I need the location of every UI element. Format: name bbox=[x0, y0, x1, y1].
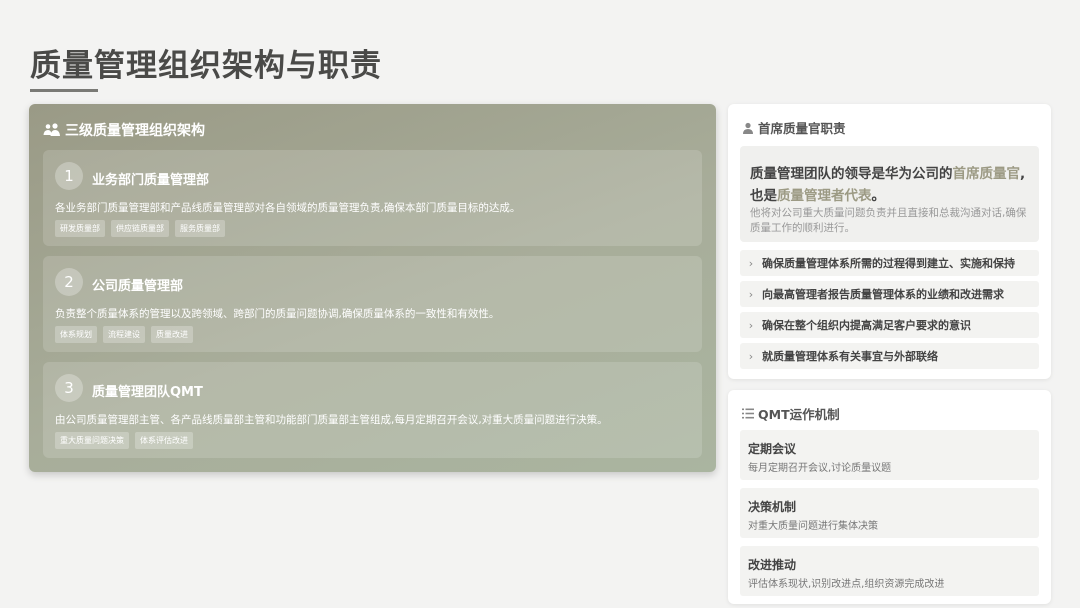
level-title: 业务部门质量管理部 bbox=[92, 173, 210, 188]
users-icon bbox=[43, 123, 60, 136]
org-structure-panel: 三级质量管理组织架构 1 业务部门质量管理部 各业务部门质量管理部和产品线质量管… bbox=[29, 104, 716, 472]
chevron-right-icon: › bbox=[748, 349, 754, 363]
mechanism-item: 改进推动 评估体系现状,识别改进点,组织资源完成改进 bbox=[740, 546, 1039, 596]
cqo-summary-line2: 也是质量管理者代表。 bbox=[750, 188, 885, 204]
mechanism-title: 决策机制 bbox=[748, 500, 797, 514]
duty-item: › 确保在整个组织内提高满足客户要求的意识 bbox=[740, 312, 1039, 338]
cqo-highlight: 质量管理者代表 bbox=[777, 188, 872, 204]
duty-item: › 向最高管理者报告质量管理体系的业绩和改进需求 bbox=[740, 281, 1039, 307]
cqo-summary: 质量管理团队的领导是华为公司的首席质量官, 也是质量管理者代表。 他将对公司重大… bbox=[740, 146, 1039, 242]
title-underline bbox=[30, 89, 98, 92]
tag-row: 研发质量部 供应链质量部 服务质量部 bbox=[55, 220, 225, 237]
mechanism-description: 每月定期召开会议,讨论质量议题 bbox=[748, 463, 892, 474]
level-number: 2 bbox=[55, 268, 83, 296]
list-icon bbox=[742, 408, 754, 419]
cqo-header-label: 首席质量官职责 bbox=[758, 121, 846, 136]
duty-item: › 就质量管理体系有关事宜与外部联络 bbox=[740, 343, 1039, 369]
level-description: 由公司质量管理部主管、各产品线质量部主管和功能部门质量部主管组成,每月定期召开会… bbox=[55, 414, 608, 426]
level-card-2: 2 公司质量管理部 负责整个质量体系的管理以及跨领域、跨部门的质量问题协调,确保… bbox=[43, 256, 702, 352]
cqo-highlight: 首席质量官 bbox=[952, 166, 1021, 182]
tag: 服务质量部 bbox=[175, 220, 225, 237]
tag: 质量改进 bbox=[151, 326, 193, 343]
mechanism-title: 定期会议 bbox=[748, 442, 797, 456]
duty-item: › 确保质量管理体系所需的过程得到建立、实施和保持 bbox=[740, 250, 1039, 276]
cqo-summary-detail: 他将对公司重大质量问题负责并且直接和总裁沟通对话,确保质量工作的顺利进行。 bbox=[750, 207, 1027, 234]
chevron-right-icon: › bbox=[748, 318, 754, 332]
level-card-3: 3 质量管理团队QMT 由公司质量管理部主管、各产品线质量部主管和功能部门质量部… bbox=[43, 362, 702, 458]
duty-label: 就质量管理体系有关事宜与外部联络 bbox=[762, 350, 938, 363]
duty-label: 确保质量管理体系所需的过程得到建立、实施和保持 bbox=[762, 257, 1015, 270]
tag: 重大质量问题决策 bbox=[55, 432, 129, 449]
mechanism-item: 决策机制 对重大质量问题进行集体决策 bbox=[740, 488, 1039, 538]
level-number: 3 bbox=[55, 374, 83, 402]
tag-row: 体系规划 流程建设 质量改进 bbox=[55, 326, 193, 343]
tag: 研发质量部 bbox=[55, 220, 105, 237]
mechanism-description: 评估体系现状,识别改进点,组织资源完成改进 bbox=[748, 579, 945, 590]
level-description: 各业务部门质量管理部和产品线质量管理部对各自领域的质量管理负责,确保本部门质量目… bbox=[55, 202, 521, 214]
level-description: 负责整个质量体系的管理以及跨领域、跨部门的质量问题协调,确保质量体系的一致性和有… bbox=[55, 308, 500, 320]
tag: 体系评估改进 bbox=[135, 432, 193, 449]
duty-label: 向最高管理者报告质量管理体系的业绩和改进需求 bbox=[762, 288, 1004, 301]
duty-label: 确保在整个组织内提高满足客户要求的意识 bbox=[762, 319, 971, 332]
chevron-right-icon: › bbox=[748, 287, 754, 301]
cqo-summary-line1: 质量管理团队的领导是华为公司的首席质量官, bbox=[750, 166, 1026, 182]
qmt-panel: QMT运作机制 定期会议 每月定期召开会议,讨论质量议题 决策机制 对重大质量问… bbox=[728, 390, 1051, 604]
structure-header-label: 三级质量管理组织架构 bbox=[65, 123, 205, 139]
tag-row: 重大质量问题决策 体系评估改进 bbox=[55, 432, 193, 449]
level-title: 质量管理团队QMT bbox=[92, 385, 203, 400]
cqo-panel: 首席质量官职责 质量管理团队的领导是华为公司的首席质量官, 也是质量管理者代表。… bbox=[728, 104, 1051, 379]
level-card-1: 1 业务部门质量管理部 各业务部门质量管理部和产品线质量管理部对各自领域的质量管… bbox=[43, 150, 702, 246]
qmt-header: QMT运作机制 bbox=[742, 404, 840, 423]
qmt-header-label: QMT运作机制 bbox=[758, 407, 840, 422]
cqo-header: 首席质量官职责 bbox=[742, 118, 846, 137]
level-number: 1 bbox=[55, 162, 83, 190]
mechanism-title: 改进推动 bbox=[748, 558, 797, 572]
mechanism-item: 定期会议 每月定期召开会议,讨论质量议题 bbox=[740, 430, 1039, 480]
tag: 流程建设 bbox=[103, 326, 145, 343]
tag: 体系规划 bbox=[55, 326, 97, 343]
user-icon bbox=[743, 122, 753, 134]
level-title: 公司质量管理部 bbox=[92, 279, 184, 294]
structure-header: 三级质量管理组织架构 bbox=[43, 120, 205, 140]
chevron-right-icon: › bbox=[748, 256, 754, 270]
tag: 供应链质量部 bbox=[111, 220, 169, 237]
page-title: 质量管理组织架构与职责 bbox=[30, 48, 382, 84]
mechanism-description: 对重大质量问题进行集体决策 bbox=[748, 521, 878, 532]
